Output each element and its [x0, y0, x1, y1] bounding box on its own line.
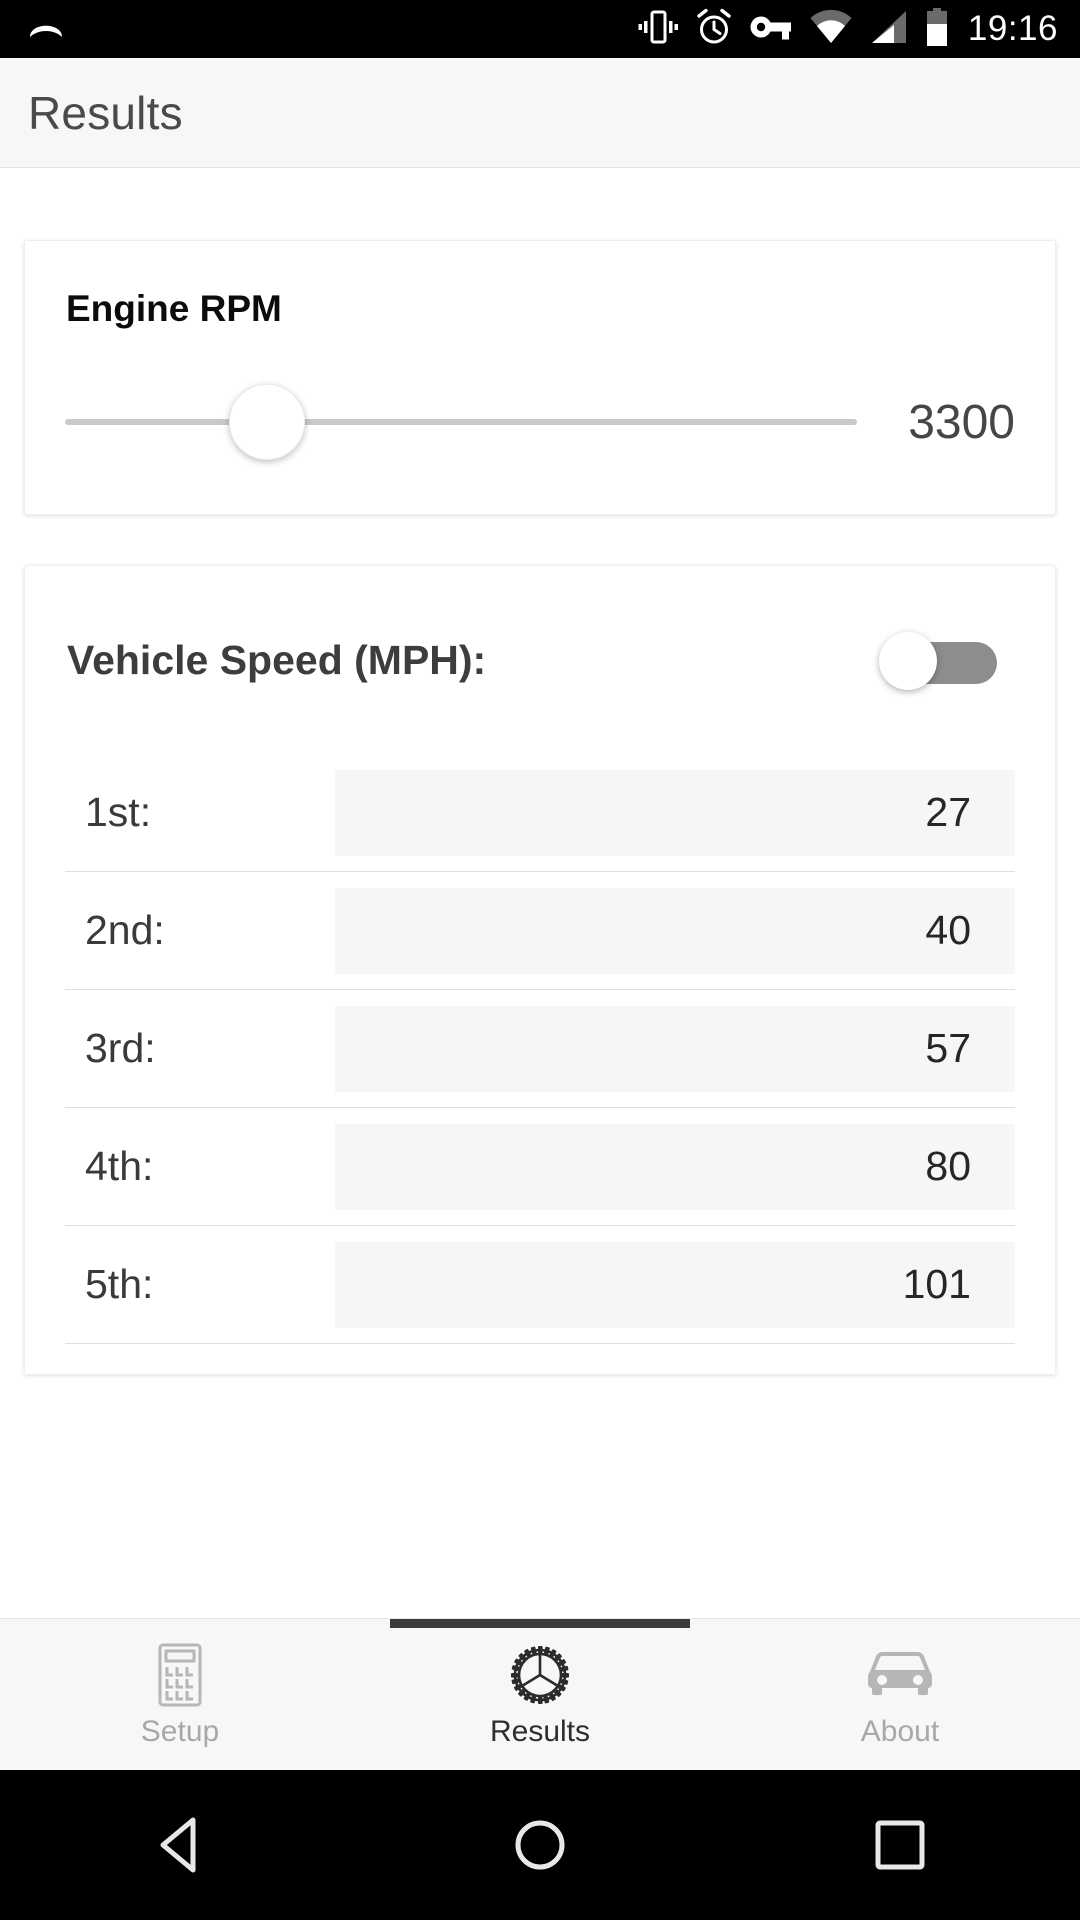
vehicle-speed-header: Vehicle Speed (MPH): — [65, 566, 1015, 754]
app-bar: Results — [0, 58, 1080, 168]
tab-label: Setup — [140, 1714, 220, 1748]
units-toggle[interactable] — [879, 632, 997, 690]
gear-label: 4th: — [85, 1143, 154, 1189]
table-row: 4th: 80 — [65, 1108, 1015, 1226]
car-icon — [862, 1641, 938, 1709]
gear-value[interactable]: 27 — [335, 769, 1015, 856]
active-tab-indicator — [390, 1619, 690, 1628]
status-bar-clock: 19:16 — [967, 9, 1058, 48]
phone-screen: 19:16 Results Engine RPM 3300 Vehicle Sp… — [0, 0, 1080, 1920]
vehicle-speed-card: Vehicle Speed (MPH): 1st: 27 2nd: 40 3rd… — [24, 565, 1056, 1375]
tab-label: Results — [489, 1714, 591, 1748]
calculator-icon — [148, 1641, 212, 1709]
tab-setup[interactable]: Setup — [0, 1619, 360, 1770]
gear-label: 1st: — [85, 789, 152, 835]
slider-thumb[interactable] — [228, 384, 305, 460]
home-button[interactable] — [470, 1795, 610, 1895]
wifi-icon — [809, 9, 853, 49]
toggle-knob[interactable] — [879, 632, 937, 690]
vibrate-icon — [638, 9, 678, 50]
engine-rpm-slider-row: 3300 — [65, 384, 1015, 460]
alarm-icon — [695, 8, 733, 51]
engine-rpm-value: 3300 — [908, 395, 1015, 449]
gear-value[interactable]: 57 — [335, 1005, 1015, 1092]
gear-label: 3rd: — [85, 1025, 156, 1071]
engine-rpm-label: Engine RPM — [66, 288, 282, 329]
cellular-signal-icon — [870, 10, 908, 49]
android-navigation-bar — [0, 1770, 1080, 1920]
recents-button[interactable] — [830, 1795, 970, 1895]
bottom-tab-bar: Setup Results About — [0, 1618, 1080, 1770]
slider-track — [65, 419, 857, 425]
vehicle-speed-label: Vehicle Speed (MPH): — [67, 636, 487, 683]
battery-icon — [925, 7, 949, 51]
tab-label: About — [860, 1714, 940, 1748]
notification-swipe-icon — [26, 10, 66, 49]
gear-value[interactable]: 80 — [335, 1123, 1015, 1210]
back-button[interactable] — [110, 1795, 250, 1895]
tab-about[interactable]: About — [720, 1619, 1080, 1770]
engine-rpm-card: Engine RPM 3300 — [24, 240, 1056, 515]
gear-label: 5th: — [85, 1261, 154, 1307]
page-title: Results — [28, 86, 183, 139]
vpn-key-icon — [750, 14, 792, 45]
engine-rpm-slider[interactable] — [65, 384, 857, 460]
notification-area — [26, 10, 66, 49]
table-row: 5th: 101 — [65, 1226, 1015, 1344]
status-icon-group — [638, 7, 949, 51]
table-row: 3rd: 57 — [65, 990, 1015, 1108]
table-row: 2nd: 40 — [65, 872, 1015, 990]
gear-value[interactable]: 101 — [335, 1241, 1015, 1328]
gear-icon — [506, 1641, 574, 1709]
tab-results[interactable]: Results — [360, 1619, 720, 1770]
content-area: Engine RPM 3300 Vehicle Speed (MPH): 1st… — [0, 168, 1080, 1618]
gear-value[interactable]: 40 — [335, 887, 1015, 974]
status-bar: 19:16 — [0, 0, 1080, 58]
gear-label: 2nd: — [85, 907, 165, 953]
table-row: 1st: 27 — [65, 754, 1015, 872]
